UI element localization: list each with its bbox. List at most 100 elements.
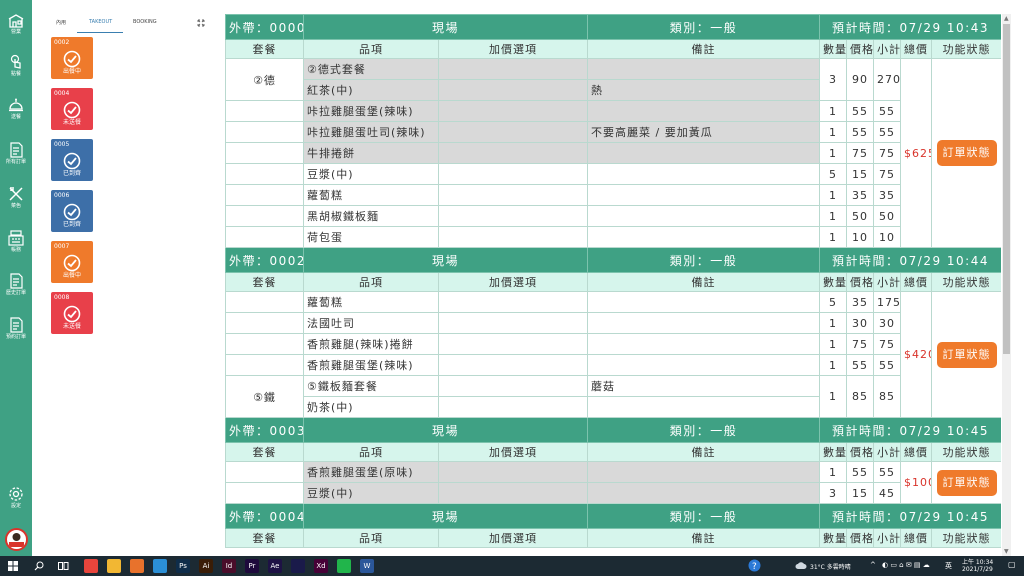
line-icon[interactable] xyxy=(337,559,351,573)
vertical-scrollbar[interactable]: ▲ ▼ xyxy=(1002,14,1011,556)
sidebar-item-accounting[interactable]: 帳務 xyxy=(0,230,32,253)
scroll-up-icon[interactable]: ▲ xyxy=(1004,15,1009,22)
expand-icon[interactable] xyxy=(197,19,205,27)
after-effects-icon[interactable]: Ae xyxy=(268,559,282,573)
order-card-panel: 內用 TAKEOUT BOOKING 0002 出餐中 0004 未送餐 0005 已到齊… xyxy=(46,14,214,556)
column-header-row: 套餐 品項 加價選項 備註 數量 價格 小計 總價 功能狀態 xyxy=(225,39,1001,59)
order-status-button[interactable]: 訂單狀態 xyxy=(936,469,997,496)
tab-booking[interactable]: BOOKING xyxy=(133,19,157,25)
media-encoder-icon[interactable] xyxy=(291,559,305,573)
sidebar-item-all-orders[interactable]: 所有訂單 xyxy=(0,142,32,165)
item-name: 豆漿(中) xyxy=(303,482,439,504)
word-icon[interactable]: W xyxy=(360,559,374,573)
check-circle-icon xyxy=(63,50,81,68)
notification-icon[interactable]: ▢ xyxy=(1008,560,1016,569)
column-header-total: 總價 xyxy=(900,272,933,292)
tray-chevron-icon[interactable]: ^ xyxy=(870,561,876,569)
item-note xyxy=(587,482,821,504)
table-row: 咔拉雞腿蛋吐司(辣味) 不要高麗菜 / 要加黃瓜 1 55 55 xyxy=(225,121,1002,143)
search-icon[interactable] xyxy=(34,561,44,571)
column-header-note: 備註 xyxy=(587,272,821,292)
windows-start-icon[interactable] xyxy=(8,561,18,571)
item-note xyxy=(587,58,821,80)
item-qty: 1 xyxy=(819,375,848,418)
help-icon[interactable]: ? xyxy=(748,559,761,572)
task-view-icon[interactable] xyxy=(58,561,69,571)
sidebar-item-order[interactable]: 點餐 xyxy=(0,54,32,77)
xd-icon[interactable]: Xd xyxy=(314,559,328,573)
set-cell xyxy=(225,291,304,313)
order-card[interactable]: 0006 已到齊 xyxy=(51,190,93,232)
scroll-down-icon[interactable]: ▼ xyxy=(1004,548,1009,555)
order-card-number: 0005 xyxy=(54,141,70,148)
order-category: 類別：一般 xyxy=(587,247,821,273)
order-card[interactable]: 0008 未送餐 xyxy=(51,292,93,334)
item-name: ⑤鐵板麵套餐 xyxy=(303,375,439,397)
sidebar-item-business[interactable]: 營業 xyxy=(0,14,32,35)
item-price: 35 xyxy=(846,184,875,206)
order-card[interactable]: 0005 已到齊 xyxy=(51,139,93,181)
order-number: 外帶：0002 xyxy=(225,247,304,273)
photoshop-icon[interactable]: Ps xyxy=(176,559,190,573)
cloche-icon xyxy=(9,98,23,112)
clock-time[interactable]: 上午 10:34 xyxy=(962,557,993,566)
item-addon xyxy=(437,163,589,185)
order-card[interactable]: 0004 未送餐 xyxy=(51,88,93,130)
item-price: 55 xyxy=(846,354,875,376)
item-addon xyxy=(437,333,589,355)
item-note xyxy=(587,100,821,122)
item-note xyxy=(587,396,821,418)
item-addon xyxy=(437,121,589,143)
item-name: 蘿蔔糕 xyxy=(303,291,439,313)
order-card[interactable]: 0002 出餐中 xyxy=(51,37,93,79)
column-header-subtotal: 小計 xyxy=(873,39,902,59)
item-subtotal: 175 xyxy=(873,291,902,313)
item-price: 30 xyxy=(846,312,875,334)
item-name: 咔拉雞腿蛋堡(辣味) xyxy=(303,100,439,122)
order-number: 外帶：0000 xyxy=(225,14,304,40)
item-addon xyxy=(437,375,589,397)
sidebar-item-reservations[interactable]: 預約訂單 xyxy=(0,317,32,340)
tab-takeout[interactable]: TAKEOUT xyxy=(89,19,112,25)
check-circle-icon xyxy=(63,254,81,272)
scroll-thumb[interactable] xyxy=(1003,24,1010,354)
order-number: 外帶：0004 xyxy=(225,503,304,529)
vscode-icon[interactable] xyxy=(153,559,167,573)
item-name: 咔拉雞腿蛋吐司(辣味) xyxy=(303,121,439,143)
column-header-subtotal: 小計 xyxy=(873,442,902,462)
item-price: 85 xyxy=(846,375,875,418)
item-price: 50 xyxy=(846,205,875,227)
item-subtotal: 55 xyxy=(873,121,902,143)
clock-date[interactable]: 2021/7/29 xyxy=(962,566,993,573)
order-card-number: 0008 xyxy=(54,294,70,301)
order-header: 外帶：0000 現場 類別：一般 預計時間：07/29 10:43 xyxy=(225,14,1001,40)
sidebar-item-label: 帳務 xyxy=(10,247,21,253)
language-indicator[interactable]: 英 xyxy=(945,561,952,571)
item-name: 豆漿(中) xyxy=(303,163,439,185)
column-header-item: 品項 xyxy=(303,272,439,292)
tab-dine-in[interactable]: 內用 xyxy=(56,19,66,26)
item-name: 香煎雞腿蛋堡(辣味) xyxy=(303,354,439,376)
chrome-icon[interactable] xyxy=(84,559,98,573)
order-card[interactable]: 0007 出餐中 xyxy=(51,241,93,283)
column-header-set: 套餐 xyxy=(225,272,304,292)
sidebar-item-settings[interactable]: 設定 xyxy=(0,486,32,509)
set-cell xyxy=(225,333,304,355)
item-name: ②德式套餐 xyxy=(303,58,439,80)
item-addon xyxy=(437,79,589,101)
sidebar-item-delivery[interactable]: 送餐 xyxy=(0,97,32,120)
item-subtotal: 35 xyxy=(873,184,902,206)
app-orange-icon[interactable] xyxy=(130,559,144,573)
order-status-button[interactable]: 訂單狀態 xyxy=(936,140,997,166)
order-actions: 訂單狀態 xyxy=(931,58,1001,248)
illustrator-icon[interactable]: Ai xyxy=(199,559,213,573)
indesign-icon[interactable]: Id xyxy=(222,559,236,573)
premiere-icon[interactable]: Pr xyxy=(245,559,259,573)
order-total: $100 xyxy=(900,461,933,504)
sidebar-item-history[interactable]: 歷史訂單 xyxy=(0,273,32,296)
column-header-addon: 加價選項 xyxy=(437,39,589,59)
sidebar-item-menu[interactable]: 菜色 xyxy=(0,186,32,209)
file-explorer-icon[interactable] xyxy=(107,559,121,573)
order-status-button[interactable]: 訂單狀態 xyxy=(936,341,997,368)
item-note xyxy=(587,226,821,248)
